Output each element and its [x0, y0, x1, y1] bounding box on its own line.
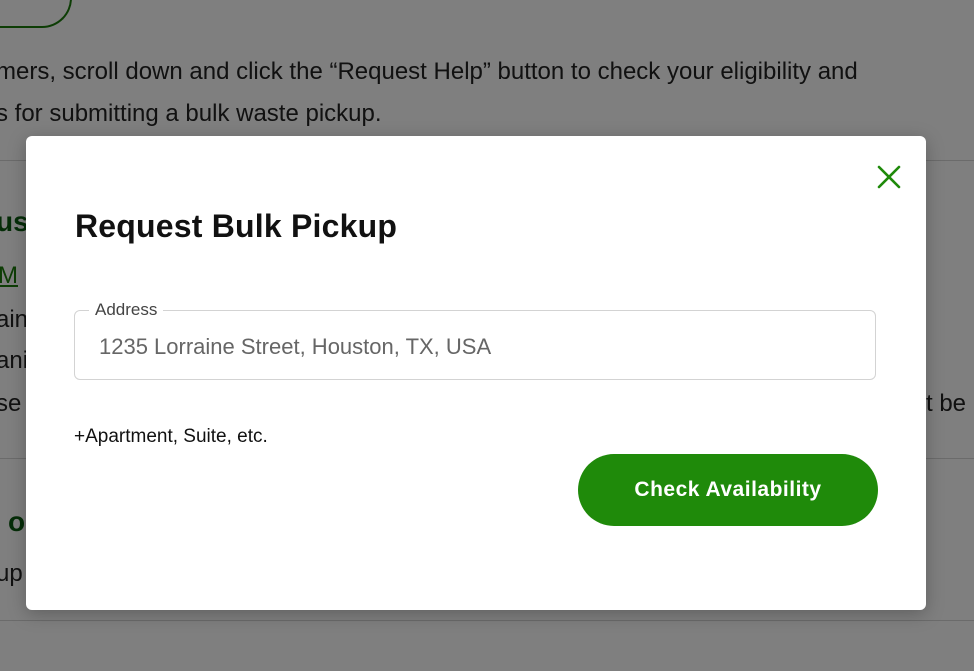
dialog-title: Request Bulk Pickup: [75, 208, 398, 244]
check-availability-button[interactable]: Check Availability: [578, 454, 878, 526]
address-label: Address: [89, 300, 164, 320]
close-icon: [877, 165, 901, 189]
close-button[interactable]: [874, 162, 904, 192]
address-input[interactable]: [97, 329, 841, 365]
address-field[interactable]: Address: [74, 300, 876, 380]
add-apartment-link[interactable]: +Apartment, Suite, etc.: [74, 426, 268, 448]
request-bulk-pickup-dialog: Request Bulk Pickup Address +Apartment, …: [26, 136, 926, 610]
